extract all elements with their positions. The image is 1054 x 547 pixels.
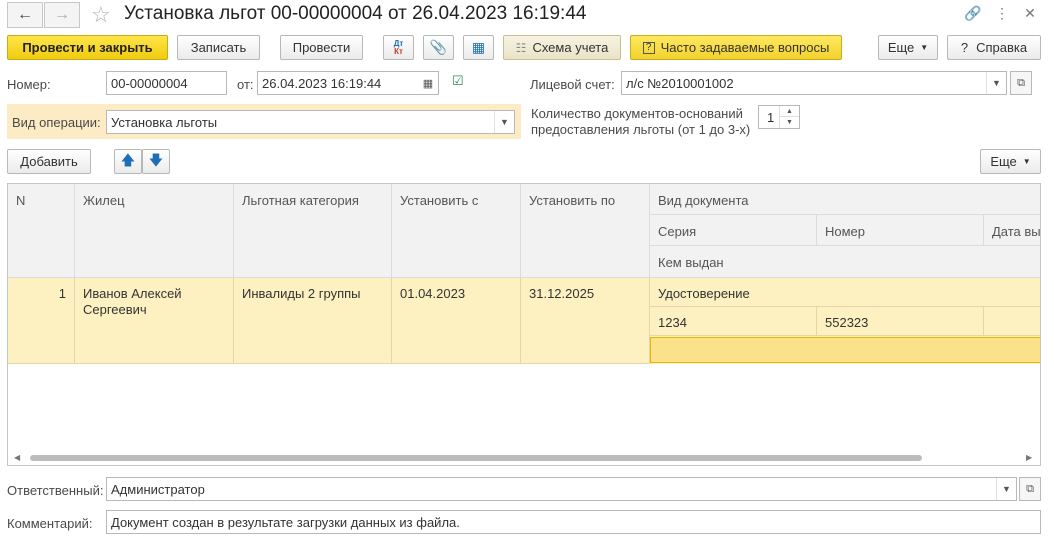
scroll-left-icon[interactable]: ◀	[14, 453, 20, 462]
more-vertical-icon[interactable]: ⋮	[992, 5, 1012, 22]
paperclip-icon: 📎	[429, 39, 448, 55]
horizontal-scrollbar[interactable]: ◀ ▶	[8, 451, 1040, 465]
cell-issue-date[interactable]	[984, 307, 1040, 336]
operation-field[interactable]: Установка льготы	[106, 110, 515, 134]
number-label: Номер:	[7, 77, 51, 92]
window-title: Установка льгот 00-00000004 от 26.04.202…	[124, 3, 587, 24]
structure-button[interactable]: ▦	[463, 35, 494, 60]
chevron-down-icon: ▼	[920, 43, 929, 52]
column-header-from[interactable]: Установить с	[392, 184, 521, 278]
back-button[interactable]: ←	[7, 2, 43, 28]
table-more-button[interactable]: Еще ▼	[980, 149, 1041, 174]
calendar-icon[interactable]: ▦	[418, 72, 438, 94]
date-label: от:	[237, 77, 254, 92]
benefits-table: N Жилец Льготная категория Установить с …	[7, 183, 1041, 466]
cell-from[interactable]: 01.04.2023	[392, 278, 521, 364]
responsible-label: Ответственный:	[7, 483, 104, 498]
structure-icon: ▦	[471, 39, 486, 55]
arrow-up-icon: 🡅	[120, 151, 136, 168]
date-field[interactable]: 26.04.2023 16:19:44	[257, 71, 439, 95]
responsible-open-button[interactable]: ⧉	[1019, 477, 1041, 501]
open-icon: ⧉	[1017, 76, 1025, 89]
question-icon: ?	[642, 41, 655, 54]
comment-field[interactable]: Документ создан в результате загрузки да…	[106, 510, 1041, 534]
column-header-doc-type[interactable]: Вид документа	[650, 184, 1040, 215]
post-button[interactable]: Провести	[280, 35, 363, 60]
open-icon: ⧉	[1026, 482, 1034, 495]
more-menu-button[interactable]: Еще ▼	[878, 35, 938, 60]
move-down-button[interactable]: 🡇	[142, 149, 170, 174]
help-icon: ?	[960, 40, 969, 55]
account-field[interactable]: л/с №2010001002	[621, 71, 1007, 95]
attach-button[interactable]: 📎	[423, 35, 454, 60]
column-header-category[interactable]: Льготная категория	[234, 184, 392, 278]
cell-number[interactable]: 552323	[817, 307, 984, 336]
account-label: Лицевой счет:	[530, 77, 615, 92]
cell-n[interactable]: 1	[8, 278, 75, 364]
cell-category[interactable]: Инвалиды 2 группы	[234, 278, 392, 364]
cell-resident[interactable]: Иванов Алексей Сергеевич	[75, 278, 234, 364]
cell-doc-type[interactable]: Удостоверение	[650, 278, 1040, 307]
close-icon[interactable]: ✕	[1020, 5, 1040, 22]
column-header-resident[interactable]: Жилец	[75, 184, 234, 278]
save-button[interactable]: Записать	[177, 35, 260, 60]
responsible-dropdown-icon[interactable]: ▼	[996, 478, 1016, 500]
faq-button[interactable]: ? Часто задаваемые вопросы	[630, 35, 842, 60]
responsible-field[interactable]: Администратор	[106, 477, 1017, 501]
column-header-number[interactable]: Номер	[817, 215, 984, 246]
column-header-to[interactable]: Установить по	[521, 184, 650, 278]
cell-to[interactable]: 31.12.2025	[521, 278, 650, 364]
comment-label: Комментарий:	[7, 516, 93, 531]
column-header-issued-by[interactable]: Кем выдан	[650, 246, 1040, 278]
dt-kt-button[interactable]: Дт Кт	[383, 35, 414, 60]
post-and-close-button[interactable]: Провести и закрыть	[7, 35, 168, 60]
column-header-n[interactable]: N	[8, 184, 75, 278]
link-icon[interactable]: 🔗	[963, 5, 983, 22]
favorite-star-icon[interactable]: ☆	[91, 2, 111, 28]
chevron-down-icon: ▼	[1022, 157, 1031, 166]
status-check-icon: ☑	[452, 73, 464, 88]
stepper-down-icon[interactable]: ▼	[779, 117, 799, 128]
move-up-button[interactable]: 🡅	[114, 149, 142, 174]
help-button[interactable]: ? Справка	[947, 35, 1041, 60]
forward-button[interactable]: →	[44, 2, 80, 28]
cell-series[interactable]: 1234	[650, 307, 817, 336]
docs-count-label: Количество документов-оснований предоста…	[531, 106, 751, 137]
scroll-right-icon[interactable]: ▶	[1026, 453, 1032, 462]
add-row-button[interactable]: Добавить	[7, 149, 91, 174]
stepper-up-icon[interactable]: ▲	[779, 106, 799, 117]
account-open-button[interactable]: ⧉	[1010, 71, 1032, 95]
column-header-issue-date[interactable]: Дата вы	[984, 215, 1040, 246]
operation-dropdown-icon[interactable]: ▼	[494, 111, 514, 133]
accounting-scheme-button[interactable]: ☷ Схема учета	[503, 35, 621, 60]
column-header-series[interactable]: Серия	[650, 215, 817, 246]
number-field[interactable]: 00-00000004	[106, 71, 227, 95]
arrow-right-icon: →	[54, 6, 70, 23]
scheme-icon: ☷	[515, 40, 527, 55]
scrollbar-thumb[interactable]	[30, 455, 922, 461]
account-dropdown-icon[interactable]: ▼	[986, 72, 1006, 94]
arrow-down-icon: 🡇	[148, 151, 164, 168]
cell-issued-by[interactable]	[650, 337, 1040, 363]
arrow-left-icon: ←	[17, 6, 33, 23]
operation-label: Вид операции:	[12, 115, 101, 130]
